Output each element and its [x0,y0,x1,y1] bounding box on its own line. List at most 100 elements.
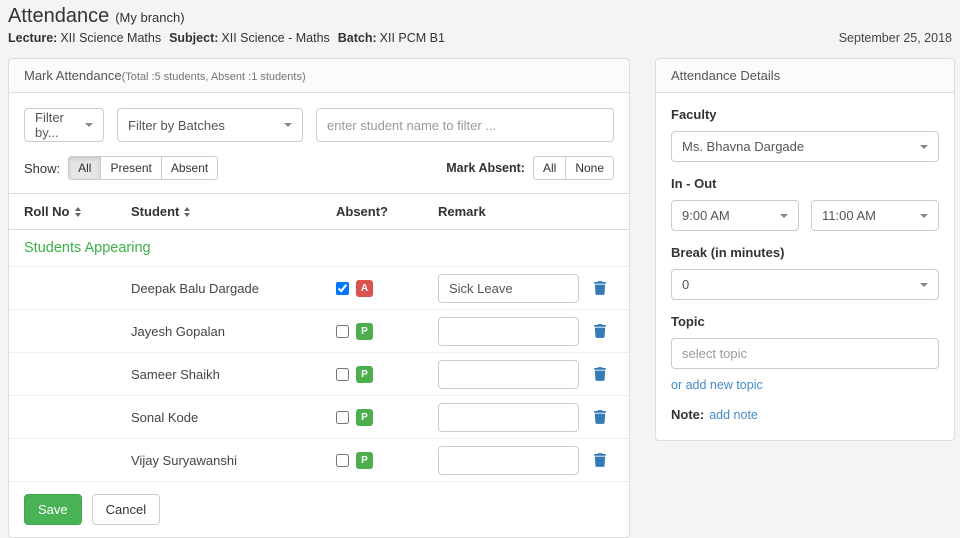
trash-icon[interactable] [594,453,606,467]
remark-cell [438,274,593,303]
page-title: Attendance [8,5,109,28]
absent-checkbox[interactable] [336,454,349,467]
mark-attendance-title: Mark Attendance [24,68,122,83]
mark-absent-all-button[interactable]: All [533,156,566,180]
status-badge: P [356,452,373,469]
show-all-button[interactable]: All [68,156,101,180]
trash-icon[interactable] [594,324,606,338]
mark-attendance-panel: Mark Attendance(Total :5 students, Absen… [8,58,630,538]
table-row: Jayesh Gopalan P [9,310,629,353]
trash-icon[interactable] [594,367,606,381]
sort-icon [75,207,81,217]
column-roll-no-label: Roll No [24,204,70,219]
filters-row: Filter by... Filter by Batches [9,93,629,156]
remark-cell [438,360,593,389]
status-badge: P [356,323,373,340]
topic-label: Topic [671,314,939,329]
add-new-topic-link[interactable]: or add new topic [671,378,763,392]
column-roll-no[interactable]: Roll No [24,204,131,219]
show-present-button[interactable]: Present [100,156,161,180]
table-row: Sonal Kode P [9,396,629,439]
column-remark: Remark [438,204,593,219]
mark-absent-none-button[interactable]: None [565,156,614,180]
save-button[interactable]: Save [24,494,82,525]
column-student[interactable]: Student [131,204,336,219]
filter-by-value: Filter by... [35,110,77,140]
status-badge: P [356,366,373,383]
remark-input[interactable] [438,317,579,346]
batch-value: XII PCM B1 [380,31,445,45]
student-name: Deepak Balu Dargade [131,281,336,296]
break-value: 0 [682,277,689,292]
trash-icon[interactable] [594,410,606,424]
remark-input[interactable] [438,274,579,303]
absent-checkbox[interactable] [336,368,349,381]
column-student-label: Student [131,204,179,219]
absent-checkbox[interactable] [336,411,349,424]
topic-input[interactable] [671,338,939,369]
mark-absent-label: Mark Absent: [446,161,525,175]
lecture-value: XII Science Maths [60,31,161,45]
action-cell [593,281,614,295]
student-name: Sameer Shaikh [131,367,336,382]
show-row: Show: All Present Absent Mark Absent: Al… [9,156,629,193]
attendance-summary: (Total :5 students, Absent :1 students) [122,71,306,83]
action-cell [593,410,614,424]
attendance-details-title: Attendance Details [671,68,780,83]
student-name: Sonal Kode [131,410,336,425]
break-select[interactable]: 0 [671,269,939,300]
chevron-down-icon [780,214,788,218]
absent-checkbox[interactable] [336,282,349,295]
absent-cell: P [336,452,438,469]
absent-cell: A [336,280,438,297]
table-row: Sameer Shaikh P [9,353,629,396]
mark-absent-group: Mark Absent: All None [446,156,614,180]
note-label: Note: [671,407,704,422]
absent-checkbox[interactable] [336,325,349,338]
table-row: Vijay Suryawanshi P [9,439,629,482]
remark-input[interactable] [438,360,579,389]
filter-batches-value: Filter by Batches [128,118,225,133]
attendance-details-header: Attendance Details [656,59,954,93]
table-row: Deepak Balu Dargade A [9,267,629,310]
mark-attendance-header: Mark Attendance(Total :5 students, Absen… [9,59,629,93]
filter-by-select[interactable]: Filter by... [24,108,104,142]
faculty-value: Ms. Bhavna Dargade [682,139,804,154]
show-button-group: All Present Absent [68,156,218,180]
status-badge: A [356,280,373,297]
add-note-link[interactable]: add note [709,408,758,422]
chevron-down-icon [284,123,292,127]
absent-cell: P [336,323,438,340]
lecture-label: Lecture: [8,31,57,45]
batch-label: Batch: [338,31,377,45]
trash-icon[interactable] [594,281,606,295]
section-students-appearing: Students Appearing [9,230,629,267]
student-filter-input[interactable] [316,108,614,142]
remark-input[interactable] [438,403,579,432]
chevron-down-icon [920,283,928,287]
absent-cell: P [336,409,438,426]
chevron-down-icon [85,123,93,127]
action-cell [593,367,614,381]
remark-input[interactable] [438,446,579,475]
student-name: Vijay Suryawanshi [131,453,336,468]
faculty-select[interactable]: Ms. Bhavna Dargade [671,131,939,162]
remark-cell [438,317,593,346]
page-header: Attendance (My branch) Lecture: XII Scie… [0,0,960,45]
date: September 25, 2018 [839,31,952,45]
remark-cell [438,403,593,432]
in-time-select[interactable]: 9:00 AM [671,200,799,231]
show-absent-button[interactable]: Absent [161,156,218,180]
out-time-select[interactable]: 11:00 AM [811,200,939,231]
panel-footer: Save Cancel [9,482,629,537]
cancel-button[interactable]: Cancel [92,494,160,525]
break-label: Break (in minutes) [671,245,939,260]
in-out-label: In - Out [671,176,939,191]
absent-cell: P [336,366,438,383]
filter-batches-select[interactable]: Filter by Batches [117,108,303,142]
sort-icon [184,207,190,217]
action-cell [593,453,614,467]
branch-subtitle: (My branch) [115,10,184,25]
subject-value: XII Science - Maths [221,31,329,45]
in-time-value: 9:00 AM [682,208,730,223]
